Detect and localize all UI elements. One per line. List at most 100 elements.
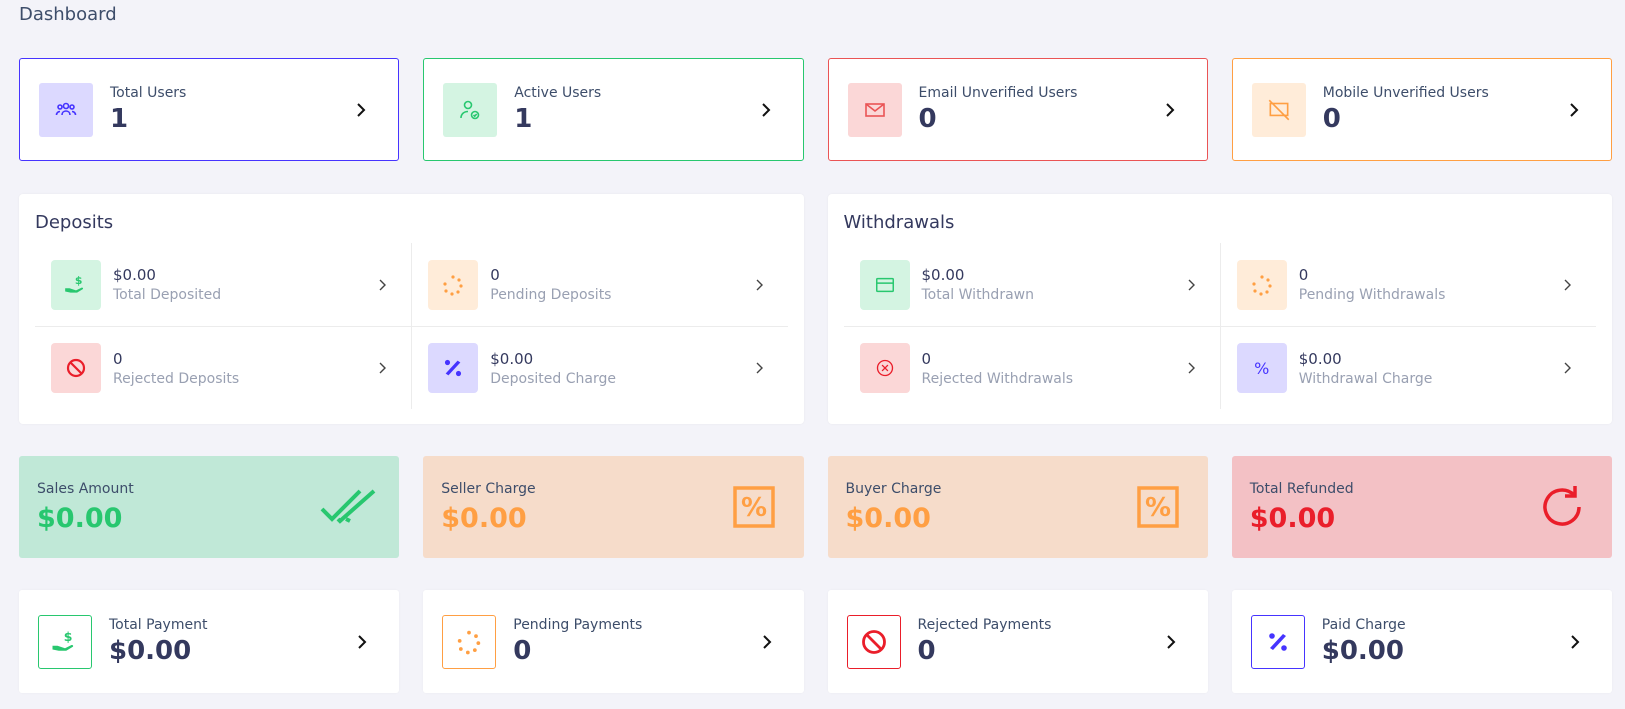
pending-deposits-item[interactable]: 0 Pending Deposits (411, 243, 787, 326)
card-value: $0.00 (37, 502, 123, 534)
widget-mobile-unverified[interactable]: Mobile Unverified Users 0 (1231, 58, 1612, 161)
item-label: Withdrawal Charge (1298, 370, 1433, 387)
chevron-right-icon[interactable] (1566, 102, 1582, 118)
percent-icon (1250, 614, 1305, 669)
item-label: Rejected Withdrawals (921, 370, 1074, 387)
widget-label: Active Users (514, 85, 602, 102)
spinner-icon (1236, 259, 1287, 310)
chevron-right-icon[interactable] (759, 634, 775, 650)
percent-icon (428, 343, 479, 393)
chevron-right-icon[interactable] (375, 277, 391, 293)
seller-charge-card: Seller Charge $0.00 % (423, 456, 804, 558)
buyer-charge-card: Buyer Charge $0.00 % (827, 456, 1208, 558)
widget-value: 0 (918, 104, 937, 135)
panel-title: Withdrawals (843, 212, 955, 233)
withdrawals-panel: Withdrawals $0.00 Total Withdrawn 0 Pend (827, 194, 1612, 424)
users-icon (39, 82, 93, 137)
card-icon (859, 259, 910, 310)
chevron-right-icon[interactable] (1184, 277, 1200, 293)
widget-value: 0 (917, 636, 936, 667)
svg-text:%: % (740, 493, 766, 523)
card-label: Seller Charge (441, 480, 536, 497)
chevron-right-icon[interactable] (1567, 634, 1583, 650)
item-label: Pending Deposits (490, 287, 612, 303)
transactions-panels: Deposits $ $0.00 Total Deposited 0 Pendi… (19, 194, 1612, 424)
chevron-right-icon[interactable] (375, 360, 391, 376)
card-label: Total Refunded (1249, 480, 1354, 497)
widget-label: Pending Payments (513, 617, 643, 634)
total-withdrawn-item[interactable]: $0.00 Total Withdrawn (844, 243, 1220, 326)
item-value: 0 (921, 349, 932, 368)
chevron-right-icon[interactable] (354, 634, 370, 650)
widget-value: 1 (110, 104, 129, 135)
widget-label: Mobile Unverified Users (1322, 85, 1489, 102)
widget-total-users[interactable]: Total Users 1 (19, 58, 400, 161)
refresh-icon (1532, 477, 1592, 537)
item-label: Total Withdrawn (921, 287, 1034, 303)
user-check-icon (443, 82, 498, 137)
rejected-withdrawals-item[interactable]: 0 Rejected Withdrawals (843, 326, 1220, 409)
percent-icon: % (1236, 343, 1287, 393)
card-label: Sales Amount (37, 480, 134, 497)
card-label: Buyer Charge (845, 480, 942, 497)
item-value: 0 (1298, 266, 1309, 284)
mobile-off-icon (1251, 82, 1306, 137)
item-value: $0.00 (490, 349, 534, 368)
chevron-right-icon[interactable] (752, 360, 768, 376)
item-value: 0 (113, 349, 123, 368)
payment-widgets: $ Total Payment $0.00 Pending Payments 0… (19, 590, 1612, 693)
widget-rejected-payments[interactable]: Rejected Payments 0 (827, 590, 1208, 693)
spinner-icon (442, 614, 497, 669)
chevron-right-icon[interactable] (1184, 360, 1200, 376)
widget-label: Total Users (110, 85, 187, 102)
percent-square-icon: % (1128, 477, 1188, 537)
widget-value: 0 (513, 636, 532, 667)
item-value: $0.00 (921, 266, 965, 284)
item-value: $0.00 (113, 266, 156, 284)
chevron-right-icon[interactable] (1560, 360, 1576, 376)
card-value: $0.00 (845, 502, 931, 534)
chevron-right-icon[interactable] (353, 102, 369, 118)
widget-value: 0 (1322, 104, 1341, 135)
user-widgets: Total Users 1 Active Users 1 Email Unver… (19, 58, 1612, 161)
deposits-panel: Deposits $ $0.00 Total Deposited 0 Pendi… (19, 194, 804, 424)
ban-icon (51, 343, 101, 393)
widget-label: Email Unverified Users (918, 85, 1078, 102)
chevron-right-icon[interactable] (1163, 634, 1179, 650)
widget-active-users[interactable]: Active Users 1 (423, 58, 804, 161)
card-value: $0.00 (1249, 502, 1336, 534)
item-label: Deposited Charge (490, 370, 616, 387)
percent-square-icon: % (724, 477, 784, 537)
item-label: Pending Withdrawals (1298, 287, 1446, 303)
card-value: $0.00 (441, 502, 527, 534)
page-title: Dashboard (19, 4, 117, 25)
sales-amount-card: Sales Amount $0.00 (19, 456, 400, 558)
chevron-right-icon[interactable] (758, 102, 774, 118)
widget-paid-charge[interactable]: Paid Charge $0.00 (1231, 590, 1612, 693)
svg-text:%: % (1145, 493, 1171, 523)
chevron-right-icon[interactable] (752, 277, 768, 293)
double-check-icon (319, 477, 379, 537)
total-deposited-item[interactable]: $ $0.00 Total Deposited (35, 243, 411, 326)
withdrawal-charge-item[interactable]: % $0.00 Withdrawal Charge (1219, 326, 1596, 409)
hand-dollar-icon: $ (38, 614, 92, 669)
svg-text:$: $ (64, 628, 73, 643)
widget-value: 1 (514, 104, 533, 135)
widget-label: Total Payment (109, 617, 208, 634)
widget-total-payment[interactable]: $ Total Payment $0.00 (19, 590, 400, 693)
summary-cards: Sales Amount $0.00 Seller Charge $0.00 %… (19, 456, 1612, 558)
item-value: $0.00 (1298, 349, 1342, 368)
item-label: Total Deposited (113, 287, 222, 303)
deposited-charge-item[interactable]: $0.00 Deposited Charge (411, 326, 788, 409)
panel-title: Deposits (35, 212, 114, 233)
widget-pending-payments[interactable]: Pending Payments 0 (423, 590, 804, 693)
svg-text:$: $ (75, 273, 83, 286)
envelope-icon (847, 82, 902, 137)
rejected-deposits-item[interactable]: 0 Rejected Deposits (35, 326, 412, 409)
chevron-right-icon[interactable] (1560, 277, 1576, 293)
widget-email-unverified[interactable]: Email Unverified Users 0 (827, 58, 1208, 161)
spinner-icon (428, 259, 479, 310)
chevron-right-icon[interactable] (1162, 102, 1178, 118)
widget-label: Rejected Payments (917, 617, 1052, 634)
pending-withdrawals-item[interactable]: 0 Pending Withdrawals (1219, 243, 1596, 326)
